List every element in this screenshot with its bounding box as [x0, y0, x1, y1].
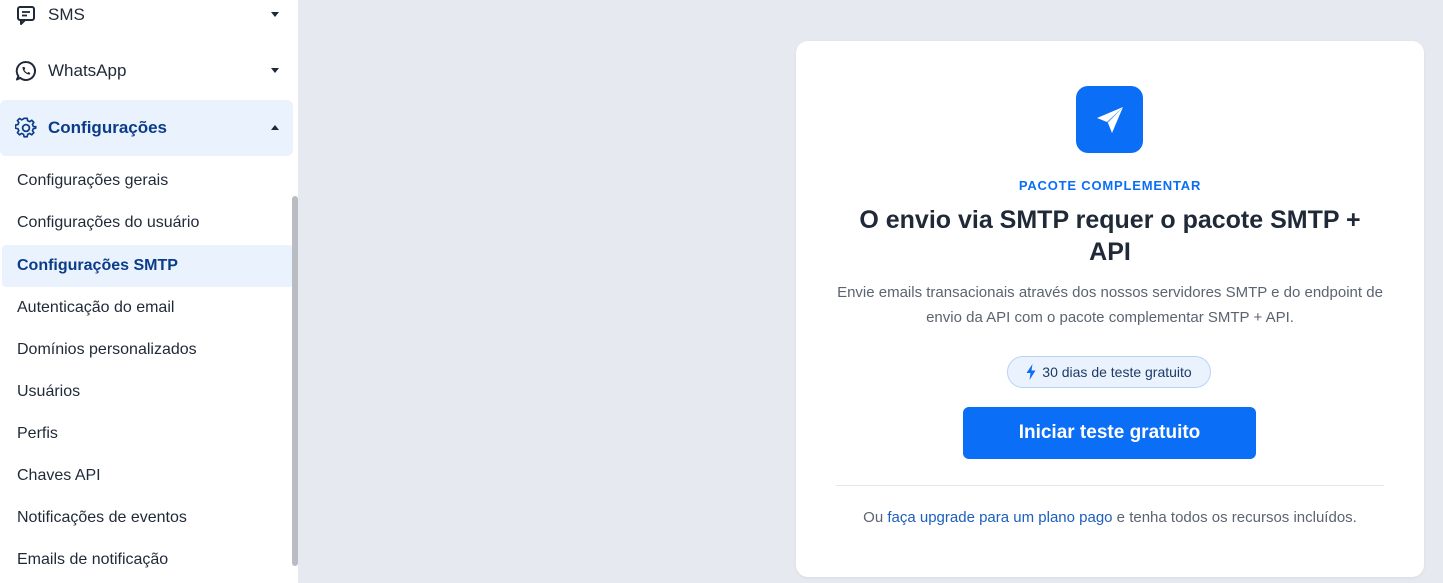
card-kicker: PACOTE COMPLEMENTAR — [1018, 178, 1202, 193]
sidebar-item-configuracoes-usuario[interactable]: Configurações do usuário — [2, 202, 293, 244]
card-footer: Ou faça upgrade para um plano pago e ten… — [796, 509, 1424, 526]
chevron-up-icon — [271, 125, 279, 130]
footer-suffix: e tenha todos os recursos incluídos. — [1112, 509, 1357, 526]
nav-item-whatsapp[interactable]: WhatsApp — [0, 43, 293, 99]
start-trial-button[interactable]: Iniciar teste gratuito — [963, 407, 1256, 459]
card-title: O envio via SMTP requer o pacote SMTP + … — [859, 206, 1361, 266]
card-description: Envie emails transacionais através dos n… — [837, 284, 1383, 326]
lightning-icon — [1026, 364, 1036, 380]
divider — [836, 485, 1384, 486]
paper-plane-icon — [1076, 86, 1143, 153]
sidebar-scrollbar[interactable] — [292, 196, 298, 566]
sidebar-item-emails-notificacao[interactable]: Emails de notificação — [2, 539, 293, 581]
gear-icon — [15, 117, 37, 139]
footer-prefix: Ou — [863, 509, 888, 526]
sidebar-item-perfis[interactable]: Perfis — [2, 413, 293, 455]
sidebar-item-autenticacao-email[interactable]: Autenticação do email — [2, 287, 293, 329]
trial-badge: 30 dias de teste gratuito — [1007, 356, 1211, 388]
sidebar-item-dominios[interactable]: Domínios personalizados — [2, 329, 293, 371]
nav-item-label: SMS — [48, 5, 85, 24]
sidebar-item-chaves-api[interactable]: Chaves API — [2, 455, 293, 497]
sidebar-item-configuracoes-smtp[interactable]: Configurações SMTP — [2, 245, 293, 287]
sidebar: SMS WhatsApp Configurações Configurações… — [0, 0, 298, 583]
nav-item-label: Configurações — [48, 118, 168, 137]
nav-item-sms[interactable]: SMS — [0, 0, 293, 43]
nav-item-configuracoes[interactable]: Configurações — [0, 100, 293, 156]
upgrade-link[interactable]: faça upgrade para um plano pago — [887, 509, 1112, 526]
chevron-down-icon — [271, 12, 279, 17]
whatsapp-icon — [15, 60, 37, 82]
sidebar-item-usuarios[interactable]: Usuários — [2, 371, 293, 413]
upsell-card: PACOTE COMPLEMENTAR O envio via SMTP req… — [796, 41, 1424, 577]
sidebar-item-notificacoes-eventos[interactable]: Notificações de eventos — [2, 497, 293, 539]
sidebar-item-configuracoes-gerais[interactable]: Configurações gerais — [2, 160, 293, 202]
trial-badge-label: 30 dias de teste gratuito — [1042, 364, 1192, 380]
chat-icon — [15, 4, 37, 26]
nav-item-label: WhatsApp — [48, 61, 127, 80]
chevron-down-icon — [271, 68, 279, 73]
